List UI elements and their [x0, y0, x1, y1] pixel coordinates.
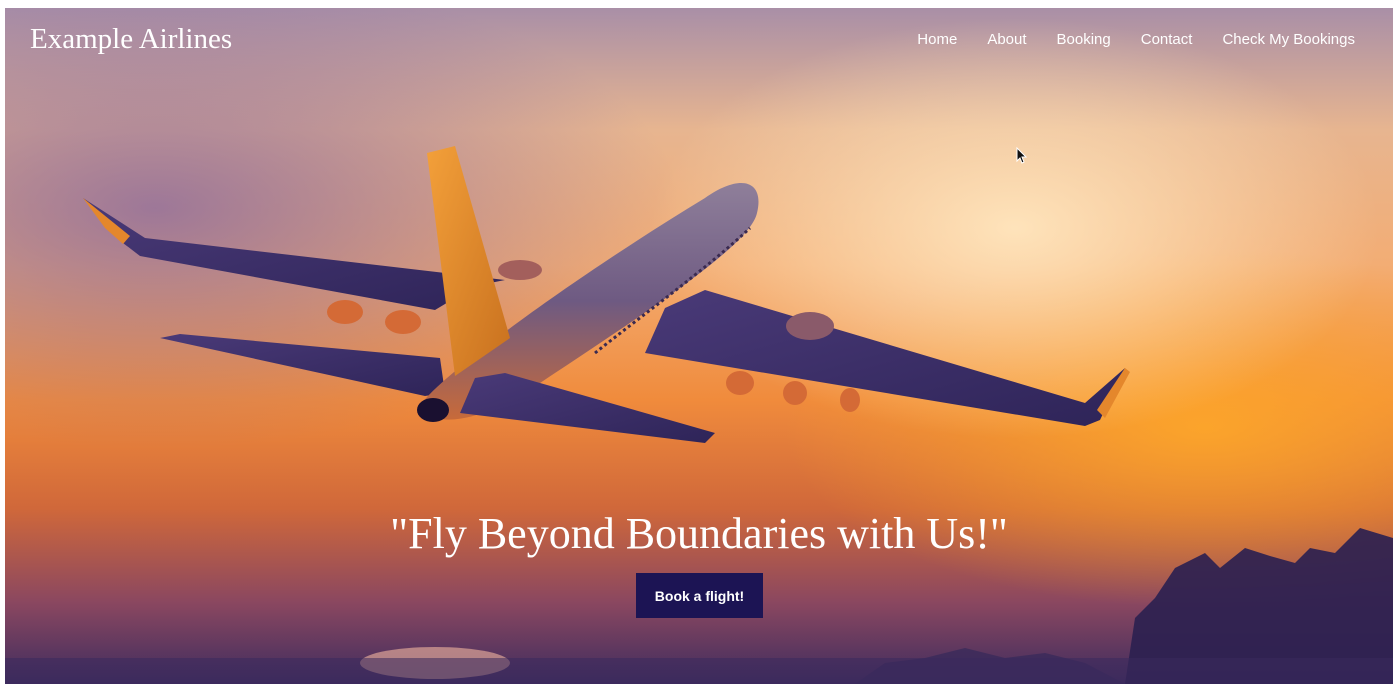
nav-links: Home About Booking Contact Check My Book… — [917, 31, 1355, 48]
mouse-cursor-icon — [1016, 147, 1028, 164]
nav-link-about[interactable]: About — [987, 31, 1026, 48]
nav-link-booking[interactable]: Booking — [1057, 31, 1111, 48]
book-flight-button[interactable]: Book a flight! — [636, 573, 763, 618]
brand-logo-text[interactable]: Example Airlines — [30, 23, 232, 56]
page-frame: Example Airlines Home About Booking Cont… — [5, 8, 1393, 684]
nav-link-check-my-bookings[interactable]: Check My Bookings — [1222, 31, 1355, 48]
hero-tagline: "Fly Beyond Boundaries with Us!" — [390, 509, 1008, 558]
nav-link-home[interactable]: Home — [917, 31, 957, 48]
nav-link-contact[interactable]: Contact — [1141, 31, 1193, 48]
top-navbar: Example Airlines Home About Booking Cont… — [5, 8, 1393, 78]
